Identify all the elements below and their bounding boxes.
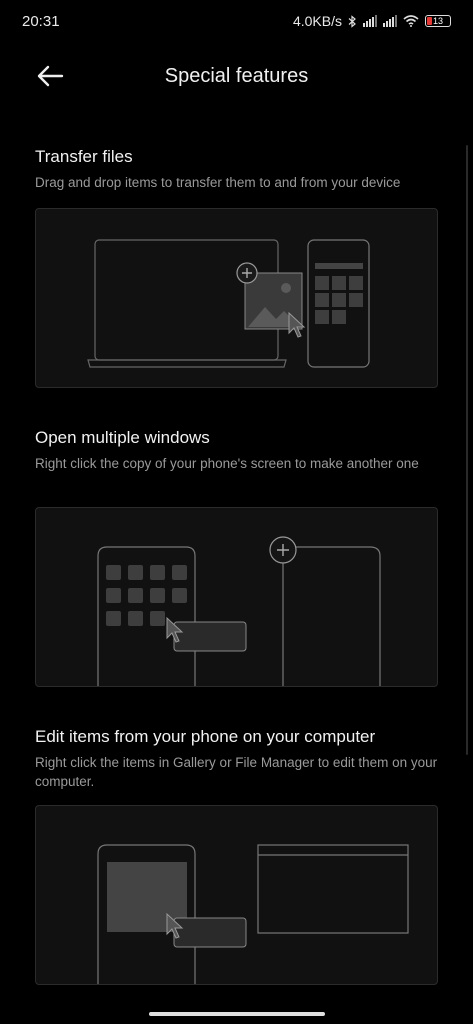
section-title: Edit items from your phone on your compu… bbox=[35, 727, 376, 746]
section-description: Right click the items in Gallery or File… bbox=[35, 755, 438, 789]
section-description: Right click the copy of your phone's scr… bbox=[35, 456, 419, 471]
multiple-windows-illustration bbox=[97, 536, 381, 686]
battery-icon: 13 bbox=[425, 15, 451, 27]
app-header: Special features bbox=[0, 52, 473, 100]
illustration-edit-items bbox=[35, 805, 438, 985]
bluetooth-icon bbox=[348, 14, 356, 28]
signal-icon bbox=[363, 15, 377, 27]
status-time: 20:31 bbox=[22, 12, 60, 30]
section-edit-items: Edit items from your phone on your compu… bbox=[35, 727, 438, 791]
section-title: Transfer files bbox=[35, 147, 133, 166]
signal-icon bbox=[383, 15, 397, 27]
battery-level: 13 bbox=[432, 16, 443, 26]
section-multiple-windows: Open multiple windows Right click the co… bbox=[35, 428, 438, 473]
plus-icon bbox=[236, 262, 258, 284]
section-title: Open multiple windows bbox=[35, 428, 210, 447]
status-bar: 20:31 4.0KB/s 13 bbox=[0, 0, 473, 42]
status-icons: 4.0KB/s 13 bbox=[293, 13, 451, 29]
network-speed: 4.0KB/s bbox=[292, 13, 342, 29]
transfer-files-illustration bbox=[87, 239, 370, 368]
plus-icon bbox=[269, 536, 297, 564]
home-indicator[interactable] bbox=[149, 1012, 325, 1016]
scrollbar[interactable] bbox=[466, 145, 468, 755]
illustration-multiple-windows bbox=[35, 507, 438, 687]
edit-items-illustration bbox=[97, 844, 409, 984]
illustration-transfer-files bbox=[35, 208, 438, 388]
page-title: Special features bbox=[164, 64, 309, 87]
section-transfer-files: Transfer files Drag and drop items to tr… bbox=[35, 147, 438, 192]
section-description: Drag and drop items to transfer them to … bbox=[35, 175, 401, 190]
wifi-icon bbox=[403, 15, 419, 27]
